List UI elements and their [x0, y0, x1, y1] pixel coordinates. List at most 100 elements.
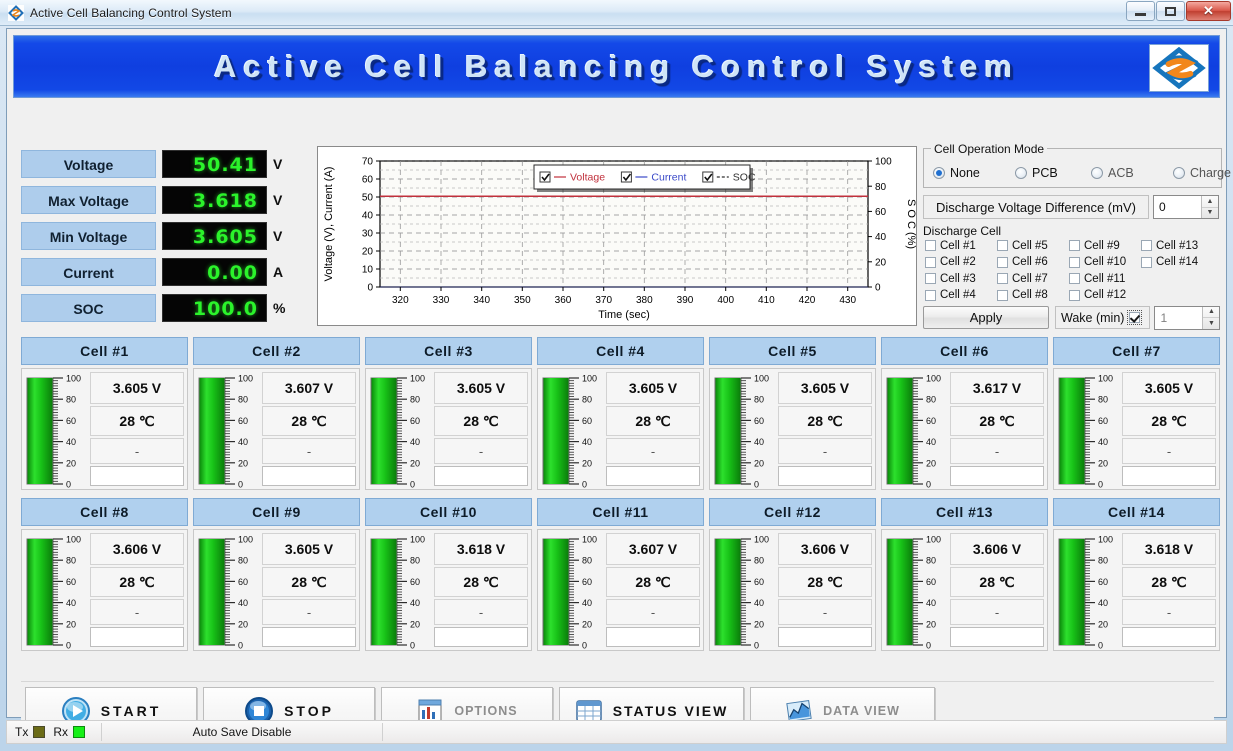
cell-note-field[interactable]	[778, 627, 872, 647]
spinner-up-icon[interactable]: ▲	[1202, 196, 1218, 208]
discharge-cell-checkbox[interactable]	[1141, 240, 1152, 251]
discharge-cell-checkbox[interactable]	[1141, 256, 1152, 268]
readout-label: Max Voltage	[21, 186, 156, 214]
spinner-buttons[interactable]: ▲ ▼	[1201, 196, 1218, 218]
svg-text:Voltage: Voltage	[570, 172, 605, 184]
readout-unit: V	[273, 228, 283, 244]
discharge-cell-item[interactable]: Cell #9	[1069, 238, 1141, 253]
discharge-cell-item[interactable]: Cell #10	[1069, 255, 1141, 270]
maximize-button[interactable]	[1156, 1, 1185, 21]
cell-note-field[interactable]	[262, 627, 356, 647]
mode-radio-pcb[interactable]: PCB	[1015, 166, 1058, 180]
discharge-cell-item[interactable]: Cell #11	[1069, 271, 1141, 286]
wake-checkbox[interactable]	[1127, 310, 1143, 325]
discharge-cell-item[interactable]: Cell #6	[997, 255, 1069, 270]
readout-value: 0.00	[162, 258, 267, 286]
cell-gauge: 100 80 60 40 20 0	[541, 372, 603, 490]
discharge-cell-item[interactable]: Cell #1	[925, 238, 997, 253]
discharge-cell-item[interactable]: Cell #3	[925, 271, 997, 286]
spinner-down-icon[interactable]: ▼	[1202, 208, 1218, 219]
svg-text:100: 100	[582, 535, 597, 545]
discharge-cell-item[interactable]: Cell #14	[1141, 255, 1213, 270]
cell-status: -	[778, 599, 872, 625]
discharge-cell-item[interactable]: Cell #7	[997, 271, 1069, 286]
cell-body: 100 80 60 40 20 0 3.606 V 28 ℃ -	[709, 529, 876, 651]
cell-body: 100 80 60 40 20 0 3.605 V 28 ℃ -	[365, 368, 532, 490]
discharge-cell-checkbox[interactable]	[925, 240, 936, 251]
apply-button[interactable]: Apply	[923, 306, 1049, 329]
minimize-button[interactable]	[1126, 1, 1155, 21]
discharge-cell-checkbox[interactable]	[997, 289, 1008, 301]
radio-icon[interactable]	[933, 167, 945, 179]
discharge-cell-checkbox[interactable]	[1069, 289, 1080, 301]
radio-icon[interactable]	[1015, 167, 1027, 179]
discharge-cell-checkbox[interactable]	[925, 289, 936, 301]
rx-led-icon	[73, 726, 86, 738]
mode-radio-acb[interactable]: ACB	[1091, 166, 1134, 180]
radio-icon[interactable]	[1091, 167, 1103, 179]
cell-body: 100 80 60 40 20 0 3.606 V 28 ℃ -	[881, 529, 1048, 651]
svg-text:80: 80	[1098, 395, 1108, 405]
trend-chart[interactable]: 0 10 20 30 40 50 60 70 0 20 40 60 80 100 320 330 340 350 3…	[317, 146, 917, 326]
cell-note-field[interactable]	[778, 466, 872, 486]
wake-minutes-value[interactable]: 1	[1155, 307, 1202, 329]
wake-minutes-spinner[interactable]: 1 ▲ ▼	[1154, 305, 1221, 330]
cell-gauge: 100 80 60 40 20 0	[197, 533, 259, 651]
cell-note-field[interactable]	[606, 627, 700, 647]
cell-note-field[interactable]	[606, 466, 700, 486]
mode-radio-label: ACB	[1108, 166, 1134, 180]
status-separator-2	[382, 723, 384, 741]
cell-note-field[interactable]	[434, 627, 528, 647]
cell-note-field[interactable]	[90, 627, 184, 647]
summary-readouts: Voltage 50.41 V Max Voltage 3.618 V Min Voltag…	[21, 149, 313, 327]
readout-row: Max Voltage 3.618 V	[21, 185, 313, 215]
cell-header: Cell #10	[365, 498, 532, 526]
cell-note-field[interactable]	[1122, 627, 1216, 647]
discharge-cell-item[interactable]: Cell #2	[925, 255, 997, 270]
mode-radio-none[interactable]: None	[933, 166, 980, 180]
discharge-cell-item[interactable]: Cell #8	[997, 288, 1069, 303]
cell-note-field[interactable]	[950, 627, 1044, 647]
cell-note-field[interactable]	[262, 466, 356, 486]
radio-icon[interactable]	[1173, 167, 1185, 179]
cell-voltage: 3.605 V	[90, 372, 184, 404]
wake-spinner-buttons[interactable]: ▲ ▼	[1202, 306, 1220, 329]
discharge-voltage-difference-value[interactable]: 0	[1154, 196, 1201, 218]
cell-note-field[interactable]	[950, 466, 1044, 486]
wake-spinner-down-icon[interactable]: ▼	[1203, 318, 1219, 329]
cell-note-field[interactable]	[90, 466, 184, 486]
svg-text:100: 100	[410, 374, 425, 384]
discharge-cell-checkbox[interactable]	[997, 240, 1008, 251]
tx-led-icon	[33, 726, 46, 738]
svg-text:350: 350	[514, 295, 531, 306]
svg-text:0: 0	[1098, 480, 1103, 490]
discharge-cell-checkbox[interactable]	[997, 256, 1008, 268]
discharge-cell-item[interactable]: Cell #5	[997, 238, 1069, 253]
cell-panel: Cell #8 100 80 60 40 20 0 3.606 V 28 ℃ -	[21, 498, 188, 651]
wake-spinner-up-icon[interactable]: ▲	[1203, 307, 1220, 318]
discharge-voltage-difference-spinner[interactable]: 0 ▲ ▼	[1153, 195, 1219, 219]
svg-text:0: 0	[1098, 641, 1103, 651]
discharge-cell-column: Cell #1 Cell #2 Cell #3 Cell #4	[925, 238, 997, 304]
cell-note-field[interactable]	[434, 466, 528, 486]
discharge-cell-checkbox[interactable]	[1069, 256, 1080, 268]
svg-text:0: 0	[367, 283, 373, 294]
discharge-cell-checkbox[interactable]	[1069, 273, 1080, 284]
cell-note-field[interactable]	[1122, 466, 1216, 486]
maximize-icon	[1165, 6, 1176, 16]
discharge-cell-item[interactable]: Cell #13	[1141, 238, 1213, 253]
cell-temperature: 28 ℃	[262, 567, 356, 597]
discharge-cell-item[interactable]: Cell #12	[1069, 288, 1141, 303]
close-button[interactable]: ✕	[1186, 1, 1231, 21]
discharge-cell-checkbox[interactable]	[925, 273, 936, 284]
mode-radio-charge[interactable]: Charge	[1173, 166, 1231, 180]
discharge-cell-item[interactable]: Cell #4	[925, 288, 997, 303]
discharge-cell-checkbox[interactable]	[997, 273, 1008, 284]
discharge-cell-checkbox[interactable]	[1069, 240, 1080, 251]
svg-text:80: 80	[66, 556, 76, 566]
discharge-cell-checkbox[interactable]	[925, 256, 936, 268]
cell-gauge-icon: 100 80 60 40 20 0	[1058, 535, 1113, 651]
readout-unit: V	[273, 156, 283, 172]
cell-gauge: 100 80 60 40 20 0	[25, 372, 87, 490]
cell-voltage: 3.605 V	[1122, 372, 1216, 404]
